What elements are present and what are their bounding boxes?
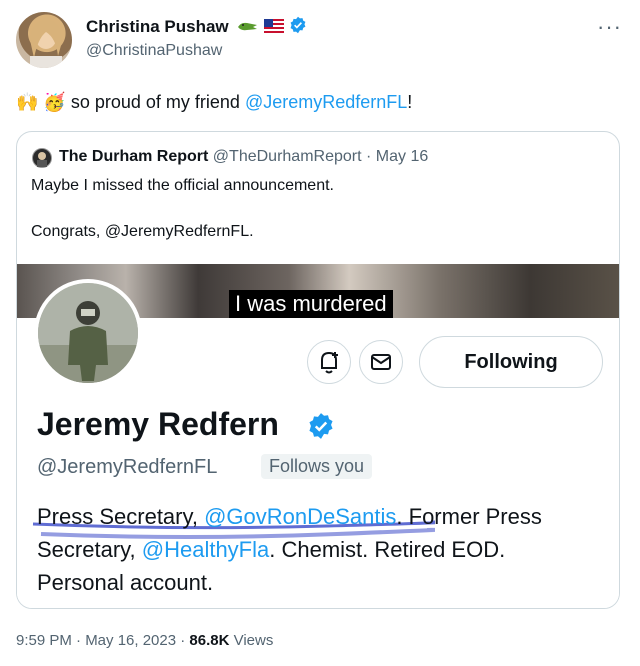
quote-text-line: Congrats, @JeremyRedfernFL.	[31, 223, 254, 240]
author-name[interactable]: Christina Pushaw	[86, 16, 307, 39]
quote-text-line: Maybe I missed the official announcement…	[31, 177, 334, 194]
verified-badge-icon	[307, 412, 335, 445]
tweet-emojis: 🙌 🥳	[16, 92, 66, 112]
message-icon[interactable]	[359, 340, 403, 384]
more-options-icon[interactable]: ···	[597, 14, 622, 40]
views-count: 86.8K	[189, 632, 230, 649]
author-avatar[interactable]	[16, 12, 72, 68]
quote-media-image[interactable]: I was murdered Following Jeremy Redfern …	[17, 264, 619, 608]
profile-bio-line: Personal account.	[37, 570, 214, 595]
quote-author-avatar[interactable]	[32, 148, 52, 168]
tweet-timestamp[interactable]: 9:59 PM · May 16, 2023 · 86.8K Views	[16, 632, 273, 649]
quote-author-name: The Durham Report	[59, 148, 209, 165]
subscribe-notifications-icon[interactable]	[307, 340, 351, 384]
author-handle[interactable]: @ChristinaPushaw	[86, 42, 222, 60]
quote-date: · May 16	[366, 148, 429, 165]
tweet-text: 🙌 🥳 so proud of my friend @JeremyRedfern…	[16, 92, 413, 112]
bio-mention-link: @HealthyFla	[141, 537, 270, 562]
banner-caption: I was murdered	[229, 290, 393, 318]
mention-link[interactable]: @JeremyRedfernFL	[245, 92, 407, 112]
quote-author-handle: @TheDurhamReport	[212, 148, 362, 165]
us-flag-icon	[264, 18, 285, 38]
crocodile-emoji-icon	[237, 18, 259, 38]
quote-author[interactable]: The Durham Report @TheDurhamReport · May…	[59, 148, 428, 166]
bio-mention-link: @GovRonDeSantis	[204, 504, 397, 529]
verified-badge-icon	[289, 16, 307, 39]
profile-bio-line: Secretary, @HealthyFla. Chemist. Retired…	[37, 537, 506, 562]
following-button[interactable]: Following	[419, 336, 603, 388]
profile-name: Jeremy Redfern	[37, 406, 279, 442]
profile-bio-line: Press Secretary, @GovRonDeSantis. Former…	[37, 504, 542, 529]
profile-avatar	[34, 279, 142, 387]
profile-handle: @JeremyRedfernFL	[37, 456, 218, 478]
quoted-tweet[interactable]: The Durham Report @TheDurhamReport · May…	[16, 131, 620, 609]
follows-you-badge: Follows you	[261, 454, 373, 479]
